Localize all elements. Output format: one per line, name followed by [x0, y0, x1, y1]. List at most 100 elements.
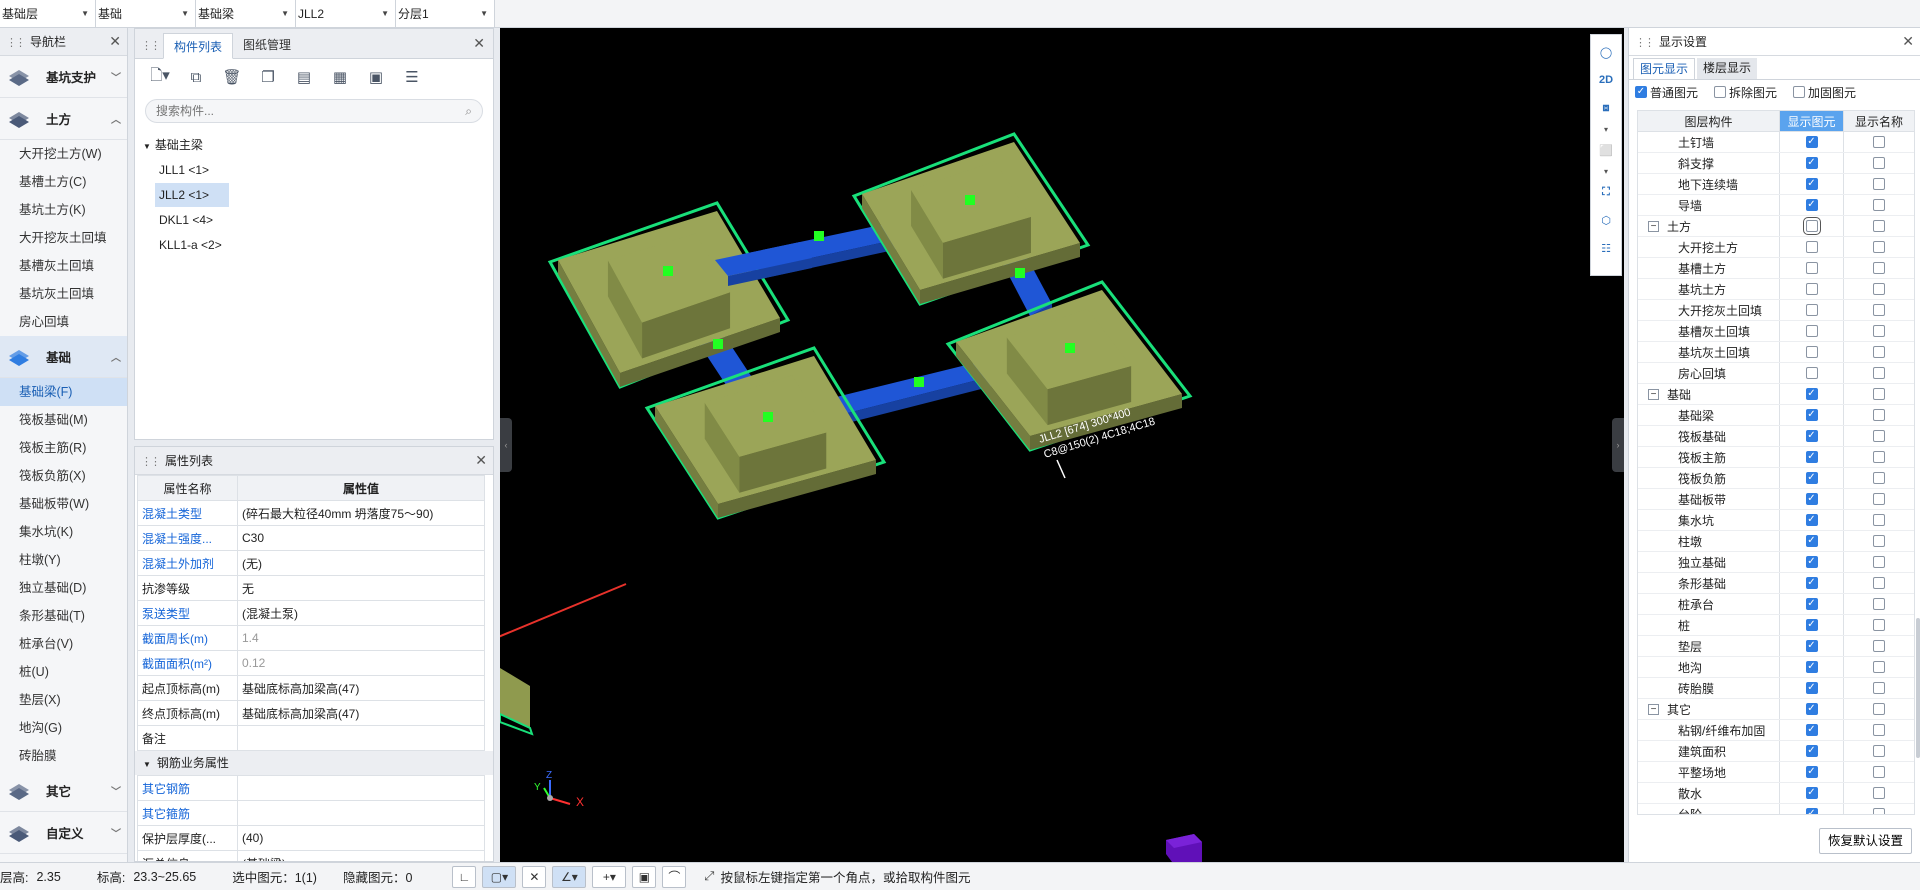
- nav-item[interactable]: 大开挖土方(W): [0, 140, 127, 168]
- property-value[interactable]: 1.4: [237, 625, 485, 651]
- delete-icon[interactable]: 🗑: [221, 66, 243, 88]
- show-name-checkbox[interactable]: [1873, 703, 1885, 715]
- nav-item[interactable]: 基坑灰土回填: [0, 280, 127, 308]
- show-name-checkbox[interactable]: [1873, 388, 1885, 400]
- dropdown-2[interactable]: 基础梁 ▼: [196, 0, 296, 27]
- nav-item[interactable]: 基坑土方(K): [0, 196, 127, 224]
- insertion-marker[interactable]: [1065, 343, 1075, 353]
- nav-item[interactable]: 砖胎膜: [0, 742, 127, 770]
- show-element-checkbox[interactable]: ✓: [1805, 640, 1818, 652]
- nav-item[interactable]: 大开挖灰土回填: [0, 224, 127, 252]
- property-name[interactable]: 其它箍筋: [137, 800, 238, 826]
- nav-group-3[interactable]: 其它 ﹀: [0, 770, 127, 812]
- show-element-checkbox[interactable]: ✓: [1805, 787, 1818, 799]
- show-name-checkbox[interactable]: [1873, 409, 1885, 421]
- nav-item[interactable]: 筏板主筋(R): [0, 434, 127, 462]
- show-name-checkbox[interactable]: [1873, 325, 1885, 337]
- show-element-checkbox[interactable]: ✓: [1805, 409, 1818, 421]
- dropdown-3[interactable]: JLL2 ▼: [296, 0, 396, 27]
- show-name-checkbox[interactable]: [1873, 430, 1885, 442]
- display-option[interactable]: 加固图元: [1793, 84, 1856, 101]
- show-element-checkbox[interactable]: ✓: [1805, 388, 1818, 400]
- show-element-checkbox[interactable]: [1805, 241, 1818, 253]
- properties-icon[interactable]: ☷: [1595, 237, 1617, 259]
- grip-icon[interactable]: ⋮⋮: [6, 37, 26, 49]
- show-name-checkbox[interactable]: [1873, 346, 1885, 358]
- show-element-checkbox[interactable]: ✓: [1805, 766, 1818, 778]
- show-element-checkbox[interactable]: [1802, 217, 1821, 235]
- collapse-right-handle[interactable]: ›: [1612, 418, 1624, 472]
- nav-item[interactable]: 桩承台(V): [0, 630, 127, 658]
- property-name[interactable]: 截面面积(m²): [137, 650, 238, 676]
- property-value[interactable]: (碎石最大粒径40mm 坍落度75～90): [237, 500, 485, 526]
- nav-item[interactable]: 地沟(G): [0, 714, 127, 742]
- nav-item[interactable]: 基础梁(F): [0, 378, 127, 406]
- show-name-checkbox[interactable]: [1873, 556, 1885, 568]
- nav-item[interactable]: 筏板负筋(X): [0, 462, 127, 490]
- collapse-icon[interactable]: −: [1648, 220, 1659, 232]
- search-icon[interactable]: ⌕: [465, 104, 472, 119]
- show-name-checkbox[interactable]: [1873, 220, 1885, 232]
- dropdown-0[interactable]: 基础层 ▼: [0, 0, 96, 27]
- component-item[interactable]: DKL1 <4>: [155, 208, 229, 232]
- dynamic-input-icon[interactable]: ▣: [632, 865, 657, 888]
- show-element-checkbox[interactable]: ✓: [1805, 472, 1818, 484]
- property-value[interactable]: (40): [237, 825, 485, 851]
- show-element-checkbox[interactable]: ✓: [1805, 724, 1818, 736]
- property-value[interactable]: (混凝土泵): [237, 600, 485, 626]
- property-value[interactable]: (无): [237, 550, 485, 576]
- nav-item[interactable]: 基础板带(W): [0, 490, 127, 518]
- property-name[interactable]: 混凝土强度...: [137, 525, 238, 551]
- insertion-marker[interactable]: [914, 377, 924, 387]
- show-element-checkbox[interactable]: ✓: [1805, 430, 1818, 442]
- insertion-marker[interactable]: [814, 231, 824, 241]
- show-element-checkbox[interactable]: ✓: [1805, 493, 1818, 505]
- close-icon[interactable]: ✕: [109, 33, 121, 50]
- show-name-checkbox[interactable]: [1873, 514, 1885, 526]
- view-2d-icon[interactable]: 2D: [1595, 69, 1617, 91]
- property-value[interactable]: [237, 775, 485, 801]
- offset-icon[interactable]: +▾: [592, 865, 627, 888]
- insertion-marker[interactable]: [965, 195, 975, 205]
- dropdown-1[interactable]: 基础 ▼: [96, 0, 196, 27]
- grip-icon[interactable]: ⋮⋮: [1635, 37, 1655, 49]
- close-icon[interactable]: ✕: [475, 452, 487, 469]
- show-element-checkbox[interactable]: ✓: [1805, 661, 1818, 673]
- dropdown-4[interactable]: 分层1 ▼: [396, 0, 495, 27]
- insertion-marker[interactable]: [663, 266, 673, 276]
- show-element-checkbox[interactable]: ✓: [1805, 136, 1818, 148]
- show-name-checkbox[interactable]: [1873, 682, 1885, 694]
- col-show-element[interactable]: 显示图元: [1780, 111, 1844, 131]
- show-name-checkbox[interactable]: [1873, 451, 1885, 463]
- component-search[interactable]: ⌕: [145, 99, 483, 123]
- show-name-checkbox[interactable]: [1873, 640, 1885, 652]
- show-name-checkbox[interactable]: [1873, 745, 1885, 757]
- tab-drawing-management[interactable]: 图纸管理: [233, 32, 301, 58]
- collapse-icon[interactable]: −: [1648, 703, 1659, 715]
- scrollbar[interactable]: [1916, 618, 1920, 758]
- list-icon[interactable]: ☰: [401, 66, 423, 88]
- show-name-checkbox[interactable]: [1873, 136, 1885, 148]
- property-name[interactable]: 混凝土类型: [137, 500, 238, 526]
- view-3d-icon[interactable]: ⧈: [1595, 97, 1617, 119]
- show-name-checkbox[interactable]: [1873, 766, 1885, 778]
- orbit-icon[interactable]: ◯: [1595, 41, 1617, 63]
- show-name-checkbox[interactable]: [1873, 577, 1885, 589]
- display-option[interactable]: ✓ 普通图元: [1635, 84, 1698, 101]
- chevron-down-icon[interactable]: ▾: [1595, 167, 1617, 176]
- nav-item[interactable]: 集水坑(K): [0, 518, 127, 546]
- nav-item[interactable]: 独立基础(D): [0, 574, 127, 602]
- nav-group-4[interactable]: 自定义 ﹀: [0, 812, 127, 854]
- chevron-down-icon[interactable]: ▾: [1595, 125, 1617, 134]
- nav-group-1[interactable]: 土方 ︿: [0, 98, 127, 140]
- show-name-checkbox[interactable]: [1873, 598, 1885, 610]
- display-settings-icon[interactable]: ⬡: [1595, 209, 1617, 231]
- show-element-checkbox[interactable]: [1805, 262, 1818, 274]
- show-element-checkbox[interactable]: ✓: [1805, 535, 1818, 547]
- nav-item[interactable]: 房心回填: [0, 308, 127, 336]
- show-name-checkbox[interactable]: [1873, 472, 1885, 484]
- show-element-checkbox[interactable]: [1805, 367, 1818, 379]
- property-value[interactable]: [237, 725, 485, 751]
- copy-icon[interactable]: ⧉: [185, 66, 207, 88]
- collapse-left-handle[interactable]: ‹: [500, 418, 512, 472]
